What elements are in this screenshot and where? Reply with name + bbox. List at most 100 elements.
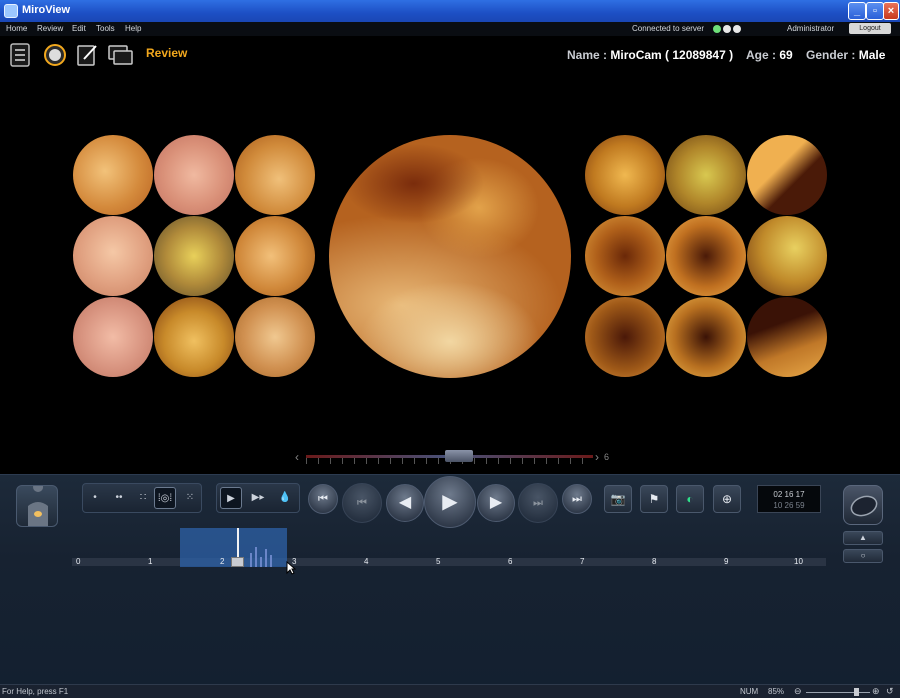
- endoscopy-thumbnail[interactable]: [73, 297, 153, 377]
- timeline-label: 9: [724, 557, 729, 566]
- timeline-cursor[interactable]: [237, 528, 239, 558]
- zoom-slider-thumb[interactable]: [854, 688, 859, 696]
- timeline-label: 7: [580, 557, 585, 566]
- endoscopy-thumbnail[interactable]: [235, 297, 315, 377]
- endoscopy-thumbnail[interactable]: [235, 135, 315, 215]
- scrubber-right-arrow[interactable]: ›: [595, 450, 599, 464]
- menu-home[interactable]: Home: [6, 24, 27, 33]
- zoom-level: 85%: [768, 687, 785, 696]
- activity-spike: [260, 557, 262, 567]
- eject-icon[interactable]: ▲: [843, 531, 883, 545]
- activity-spike: [250, 553, 252, 567]
- last-frame-button[interactable]: ⏭: [562, 484, 592, 514]
- name-label: Name :: [567, 48, 608, 62]
- time-display: 02 16 17 10 26 59: [757, 485, 821, 513]
- timeline-label: 2: [220, 557, 225, 566]
- timeline-label: 6: [508, 557, 513, 566]
- time-secondary: 10 26 59: [773, 501, 805, 510]
- edit-icon[interactable]: [76, 43, 98, 67]
- endoscopy-thumbnail[interactable]: [747, 297, 827, 377]
- play-mode-drops-button[interactable]: 💧: [274, 487, 296, 509]
- play-mode-group: ▶ ▶▸ 💧: [216, 483, 300, 513]
- endoscopy-thumbnail[interactable]: [585, 216, 665, 296]
- timeline-label: 0: [76, 557, 81, 566]
- endoscopy-thumbnail[interactable]: [747, 216, 827, 296]
- body-location-icon[interactable]: [16, 482, 58, 527]
- main-endoscopy-image[interactable]: [329, 135, 571, 378]
- menu-bar: Home Review Edit Tools Help Connected to…: [0, 22, 900, 36]
- patient-age: 69: [779, 48, 793, 62]
- endoscopy-thumbnail[interactable]: [666, 297, 746, 377]
- patient-name: MiroCam ( 12089847 ): [610, 48, 734, 62]
- endoscopy-thumbnail[interactable]: [154, 135, 234, 215]
- contrast-icon[interactable]: ◐: [676, 485, 704, 513]
- gender-label: Gender :: [806, 48, 856, 62]
- play-mode-normal-button[interactable]: ▶: [220, 487, 242, 509]
- fit-icon[interactable]: ↺: [886, 686, 894, 697]
- title-bar: MiroView _ ▫ ×: [0, 0, 900, 22]
- endoscopy-thumbnail[interactable]: [585, 297, 665, 377]
- endoscopy-thumbnail[interactable]: [73, 135, 153, 215]
- zoom-slider[interactable]: [806, 692, 870, 693]
- first-frame-button[interactable]: ⏮: [308, 484, 338, 514]
- status-dot: [723, 25, 731, 33]
- zoom-icon[interactable]: ⊕: [713, 485, 741, 513]
- close-button[interactable]: ×: [883, 2, 899, 20]
- age-label: Age :: [745, 48, 776, 62]
- step-forward-button[interactable]: ▶: [477, 484, 515, 522]
- miroview-window: MiroView _ ▫ × Home Review Edit Tools He…: [0, 0, 900, 698]
- patient-info: Name : MiroCam ( 12089847 ) Age : 69 Gen…: [567, 48, 885, 62]
- app-icon: [4, 4, 18, 18]
- timeline-label: 10: [794, 557, 803, 566]
- step-back-button[interactable]: ◀: [386, 484, 424, 522]
- next-capture-button[interactable]: ⏭: [518, 483, 558, 523]
- user-name: Administrator: [787, 24, 835, 33]
- endoscopy-thumbnail[interactable]: [154, 297, 234, 377]
- menu-edit[interactable]: Edit: [72, 24, 86, 33]
- scrubber-left-arrow[interactable]: ‹: [295, 450, 299, 464]
- minimize-button[interactable]: _: [848, 2, 866, 20]
- timeline-label: 8: [652, 557, 657, 566]
- maximize-button[interactable]: ▫: [866, 2, 884, 20]
- endoscopy-thumbnail[interactable]: [585, 135, 665, 215]
- status-dot: [733, 25, 741, 33]
- endoscopy-thumbnail[interactable]: [154, 216, 234, 296]
- view-12-button[interactable]: ⁙: [179, 487, 201, 509]
- view-mode-group: • •• ∷ ⁞◎⁞ ⁙: [82, 483, 202, 513]
- timeline-handle[interactable]: [231, 557, 244, 567]
- endoscopy-thumbnail[interactable]: [747, 135, 827, 215]
- flag-icon[interactable]: ⚑: [640, 485, 668, 513]
- monitor-icon[interactable]: [108, 43, 134, 67]
- record-icon[interactable]: [44, 43, 66, 67]
- scrubber-thumb[interactable]: [445, 450, 473, 462]
- view-1-button[interactable]: •: [84, 487, 106, 509]
- endoscopy-thumbnail[interactable]: [235, 216, 315, 296]
- endoscopy-thumbnail[interactable]: [73, 216, 153, 296]
- view-1plus8-button[interactable]: ⁞◎⁞: [154, 487, 176, 509]
- mode-label: Review: [146, 46, 188, 60]
- play-mode-fast-button[interactable]: ▶▸: [247, 487, 269, 509]
- time-primary: 02 16 17: [773, 490, 805, 499]
- zoom-in-icon[interactable]: ⊕: [872, 686, 880, 697]
- activity-spike: [270, 555, 272, 567]
- camera-icon[interactable]: 📷: [604, 485, 632, 513]
- timeline-label: 1: [148, 557, 153, 566]
- list-icon[interactable]: [9, 43, 31, 67]
- menu-help[interactable]: Help: [125, 24, 141, 33]
- help-hint: For Help, press F1: [2, 687, 69, 696]
- menu-review[interactable]: Review: [37, 24, 63, 33]
- circle-icon[interactable]: ○: [843, 549, 883, 563]
- view-2-button[interactable]: ••: [108, 487, 130, 509]
- endoscopy-thumbnail[interactable]: [666, 135, 746, 215]
- patient-gender: Male: [858, 48, 886, 62]
- menu-tools[interactable]: Tools: [96, 24, 115, 33]
- endoscopy-thumbnail[interactable]: [666, 216, 746, 296]
- mouse-cursor-icon: [286, 561, 296, 575]
- capsule-icon[interactable]: [843, 485, 883, 525]
- view-4-button[interactable]: ∷: [132, 487, 154, 509]
- logout-button[interactable]: Logout: [849, 23, 891, 34]
- prev-capture-button[interactable]: ⏮: [342, 483, 382, 523]
- status-bar: For Help, press F1 NUM 85% ⊖ ⊕ ↺: [0, 684, 900, 698]
- zoom-out-icon[interactable]: ⊖: [794, 686, 802, 697]
- play-button[interactable]: ▶: [424, 476, 476, 528]
